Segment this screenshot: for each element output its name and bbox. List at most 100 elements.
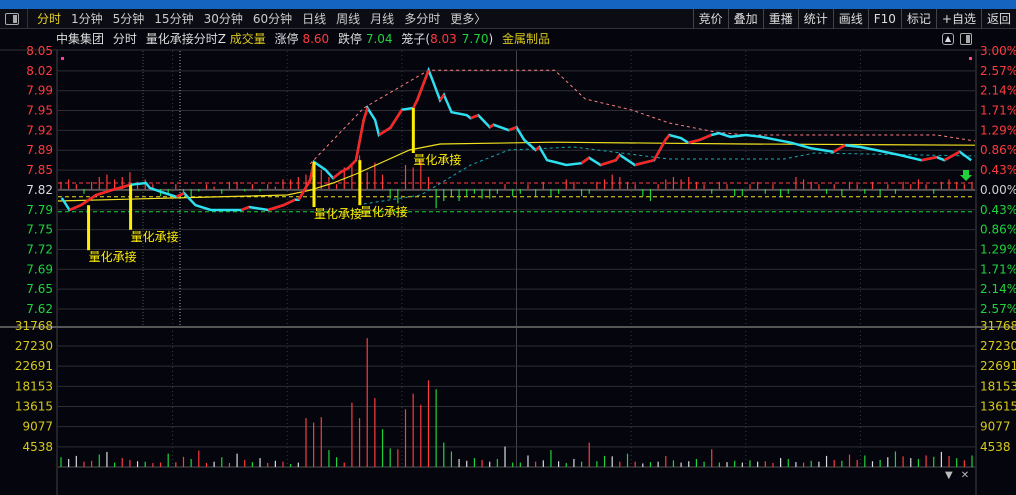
period-toolbar: 分时 1分钟 5分钟 15分钟 30分钟 60分钟 日线 周线 月线 多分时 更多〉 竞价 叠加 重播统… [0, 8, 1016, 29]
tab-period-1[interactable]: 1分钟 [71, 10, 103, 27]
intraday-chart[interactable]: 8.05 3.00% 8.02 2.57% 7.99 2.14% 7.95 1.71% 7.92… [0, 0, 1016, 495]
signal-bar [129, 184, 133, 230]
toolbar-button-1[interactable]: 叠加 [727, 9, 763, 29]
tab-period-2[interactable]: 5分钟 [113, 10, 145, 27]
toolbar-divider [27, 8, 28, 29]
percent-tick-label: 0.43% [980, 203, 1016, 217]
cage-label: 笼子( [401, 32, 431, 46]
percent-tick-label: 2.14% [980, 282, 1016, 296]
signal-bar [312, 162, 316, 207]
tab-period-6[interactable]: 日线 [302, 10, 326, 27]
tab-period-9[interactable]: 多分时 [404, 10, 440, 27]
toolbar-button-7[interactable]: +自选 [935, 9, 981, 29]
volume-label[interactable]: 成交量 [230, 32, 266, 46]
percent-tick-label: 1.71% [980, 262, 1016, 276]
percent-tick-label: 2.57% [980, 64, 1016, 78]
price-tick-label: 8.02 [26, 64, 53, 78]
percent-tick-label: 0.00% [980, 183, 1016, 197]
toolbar-button-6[interactable]: 标记 [900, 9, 936, 29]
toolbar-button-3[interactable]: 统计 [797, 9, 833, 29]
limit-up-value: 8.60 [302, 32, 330, 46]
cage-low: 7.70 [461, 32, 489, 46]
signal-bar [358, 160, 362, 206]
tab-period-0[interactable]: 分时 [37, 10, 61, 27]
volume-tick-label: 13615 [15, 400, 53, 414]
volume-tick-label: 9077 [980, 420, 1011, 434]
limit-up-label: 涨停 [274, 32, 299, 46]
volume-tick-label: 4538 [22, 440, 53, 454]
price-tick-label: 7.95 [26, 104, 53, 118]
toolbar-button-0[interactable]: 竞价 [692, 9, 728, 29]
indicator-name[interactable]: 量化承接分时Z [146, 32, 226, 46]
signal-label: 量化承接 [89, 249, 137, 264]
chart-corner-icons: ▲ [942, 33, 972, 45]
toolbar-button-5[interactable]: F10 [867, 9, 901, 29]
volume-tick-label: 18153 [15, 379, 53, 393]
price-tick-label: 8.05 [26, 44, 53, 58]
price-tick-label: 7.85 [26, 163, 53, 177]
volume-tick-label: 4538 [980, 440, 1011, 454]
signal-label: 量化承接 [314, 206, 362, 221]
percent-tick-label: 2.14% [980, 84, 1016, 98]
price-tick-label: 7.92 [26, 123, 53, 137]
volume-tick-label: 27230 [15, 339, 53, 353]
percent-tick-label: 0.86% [980, 143, 1016, 157]
view-label: 分时 [112, 32, 137, 46]
price-tick-label: 7.72 [26, 242, 53, 256]
sector-name[interactable]: 金属制品 [502, 32, 550, 46]
toolbar-button-2[interactable]: 重播 [762, 9, 798, 29]
volume-tick-label: 31768 [980, 319, 1016, 333]
signal-bar [87, 205, 91, 251]
volume-tick-label: 9077 [22, 420, 53, 434]
signal-label: 量化承接 [360, 204, 408, 219]
panel-toggle-icon[interactable] [5, 12, 19, 25]
percent-tick-label: 0.43% [980, 163, 1016, 177]
period-tabs: 分时 1分钟 5分钟 15分钟 30分钟 60分钟 日线 周线 月线 多分时 更多〉 [32, 10, 491, 27]
price-tick-label: 7.65 [26, 282, 53, 296]
price-tick-label: 7.75 [26, 223, 53, 237]
dropdown-icon[interactable]: ▼ [945, 470, 953, 481]
price-tick-label: 7.69 [26, 262, 53, 276]
volume-pane-controls: ▼ ✕ [945, 470, 969, 481]
close-icon[interactable]: ✕ [961, 470, 969, 481]
signal-bar [411, 108, 415, 153]
percent-tick-label: 3.00% [980, 44, 1016, 58]
percent-tick-label: 0.86% [980, 223, 1016, 237]
tab-period-7[interactable]: 周线 [336, 10, 360, 27]
toolbar-button-8[interactable]: 返回 [980, 9, 1016, 29]
chart-info-bar: 中集集团 分时 量化承接分时Z 成交量 涨停 8.60 跌停 7.04 笼子(8… [56, 30, 555, 48]
volume-tick-label: 18153 [980, 379, 1016, 393]
end-marker [969, 57, 972, 60]
cage-high: 8.03 [430, 32, 457, 46]
signal-label: 量化承接 [413, 152, 461, 167]
chart-background [0, 51, 1016, 495]
signal-label: 量化承接 [131, 229, 179, 244]
toolbar-right-buttons: 竞价 叠加 重播 统计 画线 F10 标记 +自选 返回 [692, 9, 1016, 29]
volume-tick-label: 27230 [980, 339, 1016, 353]
tab-period-8[interactable]: 月线 [370, 10, 394, 27]
volume-tick-label: 22691 [980, 359, 1016, 373]
stock-name[interactable]: 中集集团 [56, 32, 104, 46]
start-marker [61, 57, 64, 60]
percent-tick-label: 1.71% [980, 104, 1016, 118]
tab-period-4[interactable]: 30分钟 [204, 10, 243, 27]
tab-period-3[interactable]: 15分钟 [154, 10, 193, 27]
tab-period-5[interactable]: 60分钟 [253, 10, 292, 27]
price-tick-label: 7.89 [26, 143, 53, 157]
percent-tick-label: 1.29% [980, 123, 1016, 137]
limit-down-label: 跌停 [337, 32, 362, 46]
percent-tick-label: 2.57% [980, 302, 1016, 316]
price-tick-label: 7.82 [26, 183, 53, 197]
volume-tick-label: 22691 [15, 359, 53, 373]
window-title-bar [0, 0, 1016, 9]
side-panel-icon[interactable] [960, 33, 972, 45]
price-tick-label: 7.99 [26, 84, 53, 98]
volume-tick-label: 13615 [980, 400, 1016, 414]
toolbar-button-4[interactable]: 画线 [832, 9, 868, 29]
price-tick-label: 7.79 [26, 203, 53, 217]
arrow-up-icon[interactable]: ▲ [942, 33, 954, 45]
tab-period-10[interactable]: 更多〉 [450, 10, 486, 27]
cage-close: ) [488, 32, 494, 46]
percent-tick-label: 1.29% [980, 242, 1016, 256]
price-tick-label: 7.62 [26, 302, 53, 316]
